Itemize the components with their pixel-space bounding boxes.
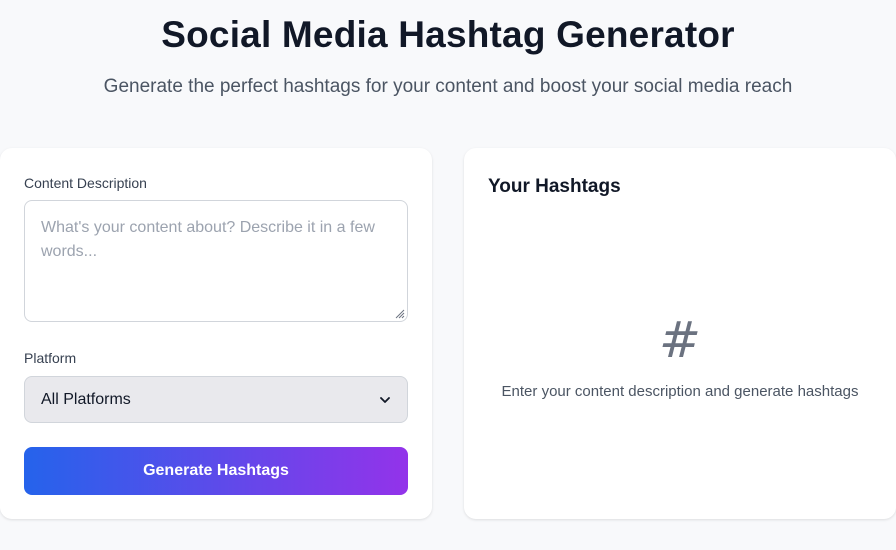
page-title: Social Media Hashtag Generator [161,14,735,55]
chevron-down-icon [380,396,390,403]
resize-handle-icon[interactable] [393,307,405,319]
page-subtitle: Generate the perfect hashtags for your c… [103,76,793,97]
empty-state-message: Enter your content description and gener… [501,383,859,400]
platform-label: Platform [24,350,77,366]
platform-select[interactable]: All Platforms [24,376,408,423]
generate-hashtags-button[interactable]: Generate Hashtags [24,447,408,495]
results-card: Your Hashtags # Enter your content descr… [464,148,896,519]
platform-selected-value: All Platforms [41,390,131,408]
content-description-label: Content Description [24,175,147,191]
results-title: Your Hashtags [488,176,621,197]
input-card: Content Description What's your content … [0,148,432,519]
hash-icon: # [659,311,701,369]
content-description-placeholder: What's your content about? Describe it i… [41,219,375,260]
content-description-textarea[interactable]: What's your content about? Describe it i… [24,200,408,322]
